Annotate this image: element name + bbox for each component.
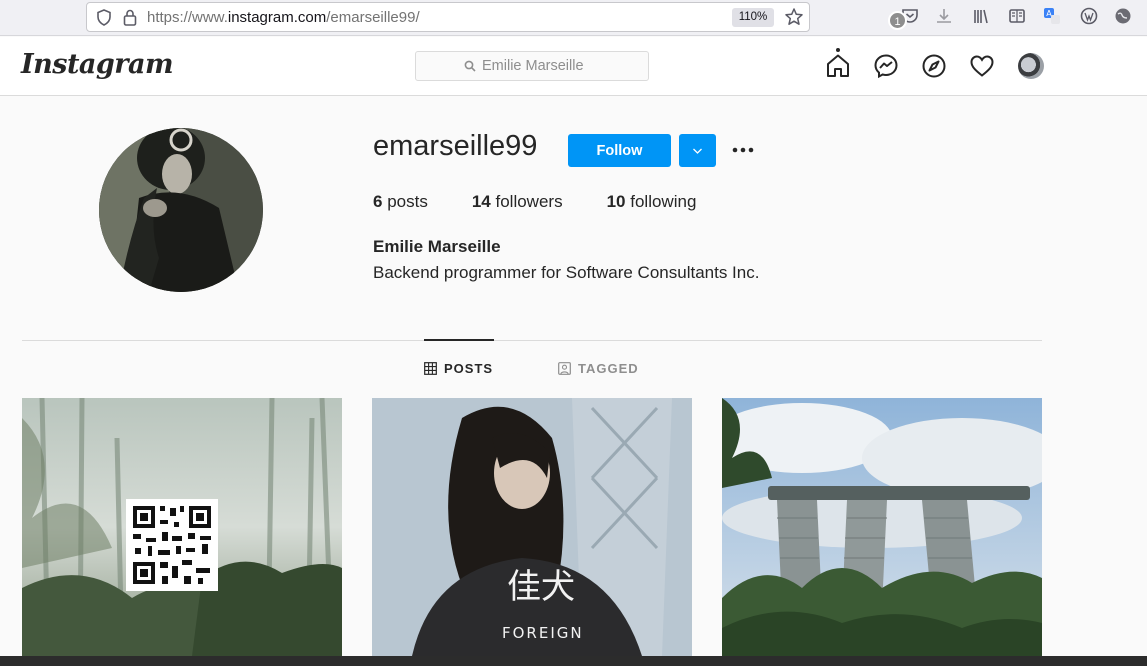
home-active-indicator [836, 48, 840, 52]
search-placeholder: Emilie Marseille [482, 58, 584, 74]
post-thumbnail-3[interactable] [722, 398, 1042, 656]
profile-stats: 6 posts 14 followers 10 following [373, 192, 740, 212]
profile-bio: Backend programmer for Software Consulta… [373, 263, 760, 282]
bookmark-star-icon[interactable] [784, 7, 804, 27]
messenger-icon[interactable] [873, 53, 899, 79]
tab-posts-label: POSTS [444, 361, 494, 376]
suggested-accounts-button[interactable] [679, 134, 716, 167]
zoom-level-badge[interactable]: 110% [732, 8, 774, 27]
profile-full-name: Emilie Marseille [373, 237, 501, 256]
url-bar[interactable]: https://www.instagram.com/emarseille99/ … [86, 2, 810, 32]
instagram-logo[interactable]: Instagram [21, 49, 174, 80]
active-tab-indicator [424, 339, 494, 341]
instagram-header: Instagram Emilie Marseille [0, 37, 1147, 96]
posts-count: 6 posts [373, 192, 428, 211]
tabs-divider [22, 340, 1042, 341]
home-icon[interactable] [825, 53, 851, 79]
wordpress-extension-icon[interactable] [1080, 7, 1098, 25]
post-thumbnail-2[interactable]: 佳犬 FOREIGN [372, 398, 692, 656]
tab-tagged[interactable]: TAGGED [558, 361, 639, 376]
explore-compass-icon[interactable] [921, 53, 947, 79]
browser-toolbar: https://www.instagram.com/emarseille99/ … [0, 0, 1147, 36]
extension-globe-icon[interactable] [1114, 7, 1132, 25]
tab-posts[interactable]: POSTS [424, 361, 493, 376]
svg-text:佳犬: 佳犬 [507, 567, 575, 607]
messages-badge: 1 [888, 11, 907, 30]
library-icon[interactable] [972, 7, 990, 25]
following-link[interactable]: 10 following [607, 192, 697, 212]
chevron-down-icon [693, 148, 702, 154]
grid-icon [424, 362, 437, 375]
search-icon [464, 60, 476, 72]
shield-icon[interactable] [96, 9, 112, 26]
post-thumbnail-1[interactable] [22, 398, 342, 656]
followers-link[interactable]: 14 followers [472, 192, 563, 212]
follow-button[interactable]: Follow [568, 134, 671, 167]
lock-icon[interactable] [123, 9, 137, 26]
profile-picture[interactable] [99, 128, 263, 292]
more-options-icon[interactable] [730, 140, 756, 160]
tagged-user-icon [558, 362, 571, 375]
download-icon[interactable] [935, 7, 953, 25]
tab-tagged-label: TAGGED [578, 361, 639, 376]
desktop-taskbar [0, 656, 1147, 666]
reader-view-icon[interactable] [1008, 7, 1026, 25]
url-text[interactable]: https://www.instagram.com/emarseille99/ [147, 9, 420, 26]
tshirt-text: FOREIGN [502, 624, 584, 642]
profile-username: emarseille99 [373, 130, 538, 162]
activity-heart-icon[interactable] [969, 53, 995, 79]
search-input[interactable]: Emilie Marseille [415, 51, 649, 81]
profile-avatar-nav[interactable] [1018, 53, 1044, 79]
translate-icon[interactable]: A [1043, 7, 1061, 25]
